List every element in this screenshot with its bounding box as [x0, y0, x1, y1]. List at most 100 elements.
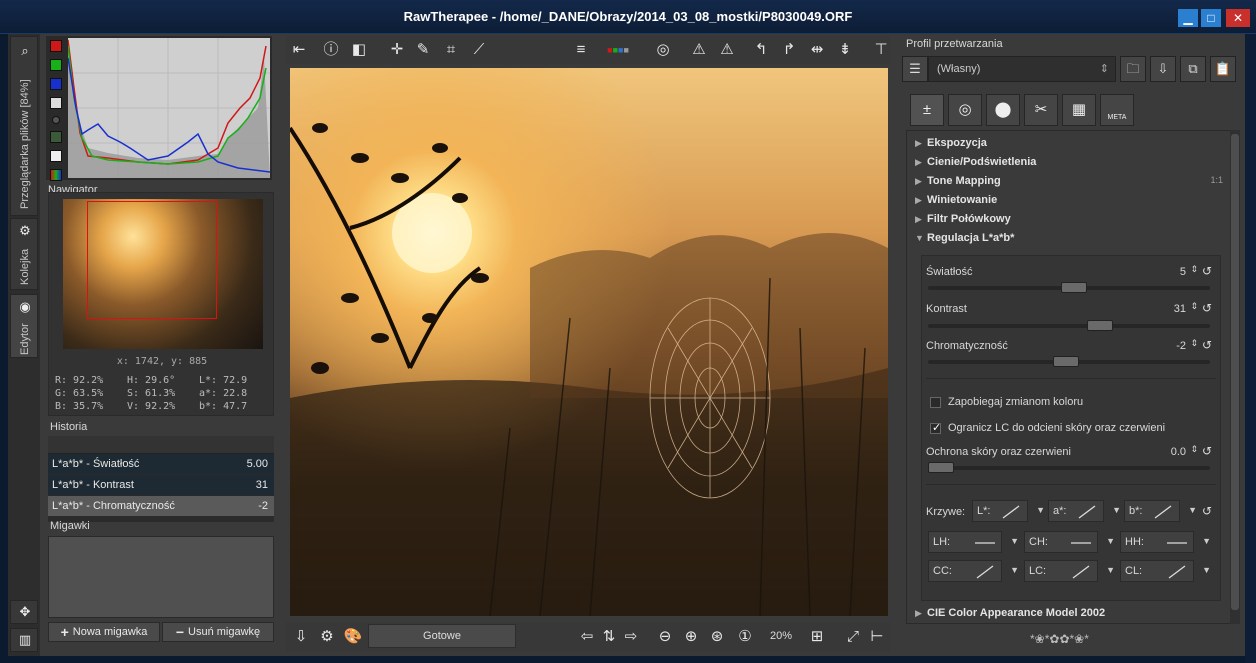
dropdown-arrow-icon[interactable]: ▼ [1188, 505, 1197, 515]
slider-knob[interactable] [1061, 282, 1087, 293]
tab-transform[interactable]: ✂ [1024, 94, 1058, 126]
hh-curve-button[interactable]: HH: ▼ [1120, 531, 1211, 553]
navigator-viewport-rect[interactable] [87, 201, 217, 319]
flip-vertical-icon[interactable]: ⇟ [834, 40, 856, 60]
tool-exposure[interactable]: ▶ Ekspozycja [915, 137, 987, 149]
minimize-button[interactable]: ▁ [1178, 9, 1198, 27]
zoom-out-icon[interactable]: ⊖ [654, 627, 676, 647]
slider-knob[interactable] [1087, 320, 1113, 331]
straighten-icon[interactable]: ⟋ [468, 40, 490, 60]
save-image-icon[interactable]: ⇩ [290, 627, 312, 647]
skin-protect-slider[interactable] [928, 462, 1210, 473]
previous-image-icon[interactable]: ⇦ [576, 627, 598, 647]
slider-knob[interactable] [1053, 356, 1079, 367]
dropdown-arrow-icon[interactable]: ▼ [1106, 565, 1115, 575]
spin-icon[interactable]: ⇕ [1190, 338, 1198, 349]
cc-curve-button[interactable]: CC: ▼ [928, 560, 1019, 582]
zoom-in-icon[interactable]: ⊕ [680, 627, 702, 647]
tab-queue[interactable]: ⚙ Kolejka [10, 218, 38, 290]
zoom-100-icon[interactable]: ① [734, 627, 756, 647]
cl-curve-button[interactable]: CL: ▼ [1120, 560, 1211, 582]
tab-exposure[interactable]: ± [910, 94, 944, 126]
open-profile-icon[interactable]: 🗀 [1120, 56, 1146, 82]
dropdown-arrow-icon[interactable]: ▼ [1010, 536, 1019, 546]
reset-icon[interactable]: ↺ [1202, 264, 1212, 278]
blue-channel-toggle[interactable] [50, 78, 62, 90]
channel-preview-icons[interactable]: ■■■■ [594, 40, 642, 60]
tool-graduated-filter[interactable]: ▶ Filtr Połówkowy [915, 213, 1011, 225]
lh-curve-button[interactable]: LH: ▼ [928, 531, 1019, 553]
focus-mask-icon[interactable]: ◎ [652, 40, 674, 60]
luminance-toggle[interactable] [50, 97, 62, 109]
info-icon[interactable]: ⓘ [320, 40, 342, 60]
tab-file-browser[interactable]: ⌕ Przeglądarka plików [84%] [10, 36, 38, 216]
save-profile-icon[interactable]: ⇩ [1150, 56, 1176, 82]
shadow-clip-warning-icon[interactable]: ⚠ [688, 40, 710, 60]
spin-icon[interactable]: ⇕ [1190, 444, 1198, 455]
b-curve-button[interactable]: b*: ▼ [1124, 500, 1197, 522]
contrast-slider[interactable] [928, 320, 1210, 331]
navigator-toggle[interactable]: ✥ [10, 600, 38, 624]
red-channel-toggle[interactable] [50, 40, 62, 52]
preview-mode-icon[interactable]: ≡ [568, 40, 594, 60]
contrast-value[interactable]: 31 [1174, 303, 1186, 315]
send-to-queue-icon[interactable]: ⚙ [316, 627, 338, 647]
tool-tone-mapping[interactable]: ▶ Tone Mapping [915, 175, 1001, 187]
slider-knob[interactable] [928, 462, 954, 473]
hide-left-panel-icon[interactable]: ⇤ [288, 40, 310, 60]
rotate-right-icon[interactable]: ↱ [778, 40, 800, 60]
chroma-toggle[interactable] [50, 131, 62, 143]
dropdown-arrow-icon[interactable]: ▼ [1036, 505, 1045, 515]
white-balance-picker-icon[interactable]: ✎ [412, 40, 434, 60]
raw-toggle[interactable] [52, 116, 60, 124]
tool-vignetting[interactable]: ▶ Winietowanie [915, 194, 997, 206]
skin-protect-value[interactable]: 0.0 [1171, 446, 1186, 458]
hide-top-panel-icon[interactable]: ⊤ [870, 40, 892, 60]
new-detail-window-icon[interactable]: ⊞ [806, 627, 828, 647]
bar-toggle[interactable] [50, 150, 62, 162]
tab-detail[interactable]: ◎ [948, 94, 982, 126]
tab-raw[interactable]: ▦ [1062, 94, 1096, 126]
spin-icon[interactable]: ⇕ [1190, 301, 1198, 312]
maximize-button[interactable]: □ [1201, 9, 1221, 27]
reset-icon[interactable]: ↺ [1202, 301, 1212, 315]
dropdown-arrow-icon[interactable]: ▼ [1202, 536, 1211, 546]
next-image-icon[interactable]: ⇨ [620, 627, 642, 647]
snapshots-list[interactable] [48, 536, 274, 618]
navigator-thumbnail[interactable] [63, 199, 263, 349]
tool-shadows-highlights[interactable]: ▶ Cienie/Podświetlenia [915, 156, 1036, 168]
ch-curve-button[interactable]: CH: ▼ [1024, 531, 1115, 553]
l-curve-button[interactable]: L*: ▼ [972, 500, 1045, 522]
a-curve-button[interactable]: a*: ▼ [1048, 500, 1121, 522]
restrict-lc-checkbox[interactable] [930, 421, 941, 434]
scrollbar-thumb[interactable] [1231, 134, 1239, 610]
remove-snapshot-button[interactable]: − Usuń migawkę [162, 622, 274, 642]
dropdown-arrow-icon[interactable]: ▼ [1112, 505, 1121, 515]
history-row[interactable]: L*a*b* - Kontrast 31 [48, 475, 274, 496]
filmstrip-toggle[interactable]: ▥ [10, 628, 38, 652]
history-row[interactable]: L*a*b* - Chromatyczność -2 [48, 496, 274, 517]
history-row[interactable]: L*a*b* - Światłość 5.00 [48, 454, 274, 475]
chroma-slider[interactable] [928, 356, 1210, 367]
reset-curves-icon[interactable]: ↺ [1202, 504, 1212, 518]
sync-icon[interactable]: ⇅ [598, 627, 620, 647]
flip-horizontal-icon[interactable]: ⇹ [806, 40, 828, 60]
tab-metadata[interactable]: META [1100, 94, 1134, 126]
hand-tool-icon[interactable]: ✛ [386, 40, 408, 60]
add-snapshot-button[interactable]: + Nowa migawka [48, 622, 160, 642]
tool-lab-adjustments[interactable]: ▼ Regulacja L*a*b* [915, 232, 1014, 244]
crop-icon[interactable]: ⌗ [440, 40, 462, 60]
reset-icon[interactable]: ↺ [1202, 444, 1212, 458]
profile-list-icon[interactable]: ☰ [902, 56, 928, 82]
lightness-value[interactable]: 5 [1180, 266, 1186, 278]
dropdown-arrow-icon[interactable]: ▼ [1010, 565, 1019, 575]
zoom-fit-icon[interactable]: ⊛ [706, 627, 728, 647]
close-button[interactable]: ✕ [1226, 9, 1250, 27]
tool-panel-scrollbar[interactable] [1230, 130, 1240, 624]
tab-editor[interactable]: ◉ Edytor [10, 294, 38, 358]
before-after-icon[interactable]: ◧ [348, 40, 370, 60]
tool-ciecam[interactable]: ▶ CIE Color Appearance Model 2002 [915, 607, 1105, 619]
lightness-slider[interactable] [928, 282, 1210, 293]
hide-right-panel-icon[interactable]: ⊢ [866, 627, 888, 647]
spin-icon[interactable]: ⇕ [1190, 264, 1198, 275]
